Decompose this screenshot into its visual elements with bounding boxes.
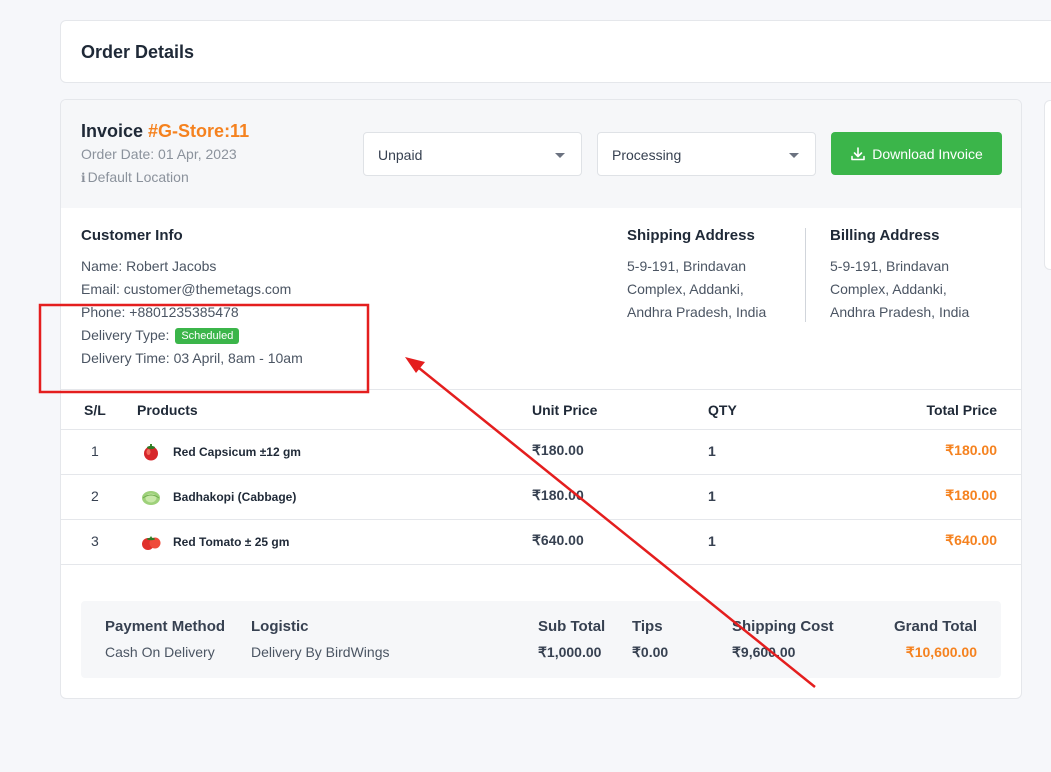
- row-total: ₹640.00: [945, 532, 997, 548]
- side-panel-edge: [1044, 100, 1051, 270]
- unit-price: ₹180.00: [532, 442, 584, 458]
- invoice-label: Invoice: [81, 121, 144, 141]
- logistic-value: Delivery By BirdWings: [251, 644, 390, 660]
- col-header-total-price: Total Price: [926, 402, 997, 418]
- row-sl: 2: [91, 488, 99, 504]
- payment-status-select[interactable]: Unpaid: [363, 132, 582, 176]
- invoice-title: Invoice #G-Store:11: [81, 121, 249, 142]
- divider: [61, 564, 1021, 565]
- grand-total-label: Grand Total: [893, 618, 977, 635]
- capsicum-icon: [144, 444, 158, 461]
- product-name: Red Tomato ± 25 gm: [173, 535, 290, 549]
- row-total: ₹180.00: [945, 487, 997, 503]
- divider: [61, 519, 1021, 520]
- col-header-products: Products: [137, 402, 198, 418]
- shipping-line: 5-9-191, Brindavan: [627, 258, 747, 274]
- billing-address-title: Billing Address: [830, 227, 940, 244]
- caret-down-icon: [555, 153, 565, 158]
- page-header: Order Details: [60, 20, 1051, 83]
- col-header-sl: S/L: [84, 402, 106, 418]
- customer-info-title: Customer Info: [81, 227, 183, 244]
- download-icon: [851, 146, 866, 160]
- row-total: ₹180.00: [945, 442, 997, 458]
- qty: 1: [708, 488, 716, 504]
- delivery-type-label: Delivery Type:: [81, 327, 170, 343]
- grand-total-value: ₹10,600.00: [905, 644, 977, 660]
- sub-total-label: Sub Total: [538, 618, 606, 635]
- cabbage-icon: [142, 491, 160, 505]
- address-divider: [805, 228, 806, 322]
- row-sl: 3: [91, 533, 99, 549]
- page-title: Order Details: [81, 42, 195, 62]
- order-date: Order Date: 01 Apr, 2023: [81, 146, 237, 162]
- unit-price: ₹640.00: [532, 532, 584, 548]
- product-name: Badhakopi (Cabbage): [173, 490, 297, 504]
- shipping-cost-value: ₹9,600.00: [732, 644, 796, 660]
- tips-value: ₹0.00: [632, 644, 669, 660]
- col-header-qty: QTY: [708, 402, 737, 418]
- shipping-cost-label: Shipping Cost: [732, 618, 834, 635]
- sub-total-value: ₹1,000.00: [538, 644, 602, 660]
- invoice-number: #G-Store:11: [148, 121, 250, 141]
- delivery-type: Delivery Type: Scheduled: [81, 327, 240, 344]
- row-sl: 1: [91, 443, 99, 459]
- tomato-icon: [142, 536, 161, 550]
- divider: [61, 429, 1021, 430]
- order-summary: Payment Method Cash On Delivery Logistic…: [81, 601, 1001, 678]
- download-invoice-label: Download Invoice: [872, 145, 983, 162]
- delivery-status-select[interactable]: Processing: [597, 132, 816, 176]
- caret-down-icon: [789, 153, 799, 158]
- billing-line: Andhra Pradesh, India: [830, 304, 970, 320]
- qty: 1: [708, 443, 716, 459]
- shipping-address-title: Shipping Address: [627, 227, 755, 244]
- qty: 1: [708, 533, 716, 549]
- location: i Default Location: [81, 169, 189, 185]
- delivery-time: Delivery Time: 03 April, 8am - 10am: [81, 350, 303, 366]
- unit-price: ₹180.00: [532, 487, 584, 503]
- divider: [61, 389, 1021, 390]
- customer-phone: Phone: +8801235385478: [81, 304, 239, 320]
- payment-method-value: Cash On Delivery: [105, 644, 215, 660]
- customer-name: Name: Robert Jacobs: [81, 258, 217, 274]
- logistic-label: Logistic: [251, 618, 309, 635]
- product-name: Red Capsicum ±12 gm: [173, 445, 301, 459]
- download-invoice-button[interactable]: Download Invoice: [831, 132, 1002, 175]
- payment-method-label: Payment Method: [105, 618, 226, 635]
- invoice-header: Invoice #G-Store:11 Order Date: 01 Apr, …: [61, 100, 1021, 208]
- info-icon: i: [81, 171, 86, 185]
- order-card: Invoice #G-Store:11 Order Date: 01 Apr, …: [60, 99, 1022, 699]
- location-text: Default Location: [87, 169, 189, 185]
- divider: [61, 474, 1021, 475]
- shipping-line: Complex, Addanki,: [627, 281, 744, 297]
- scheduled-badge: Scheduled: [175, 328, 240, 344]
- billing-line: 5-9-191, Brindavan: [830, 258, 950, 274]
- tips-label: Tips: [632, 618, 663, 635]
- col-header-unit-price: Unit Price: [532, 402, 598, 418]
- shipping-line: Andhra Pradesh, India: [627, 304, 767, 320]
- payment-status-value: Unpaid: [378, 147, 423, 163]
- customer-email: Email: customer@themetags.com: [81, 281, 292, 297]
- delivery-status-value: Processing: [612, 147, 682, 163]
- billing-line: Complex, Addanki,: [830, 281, 947, 297]
